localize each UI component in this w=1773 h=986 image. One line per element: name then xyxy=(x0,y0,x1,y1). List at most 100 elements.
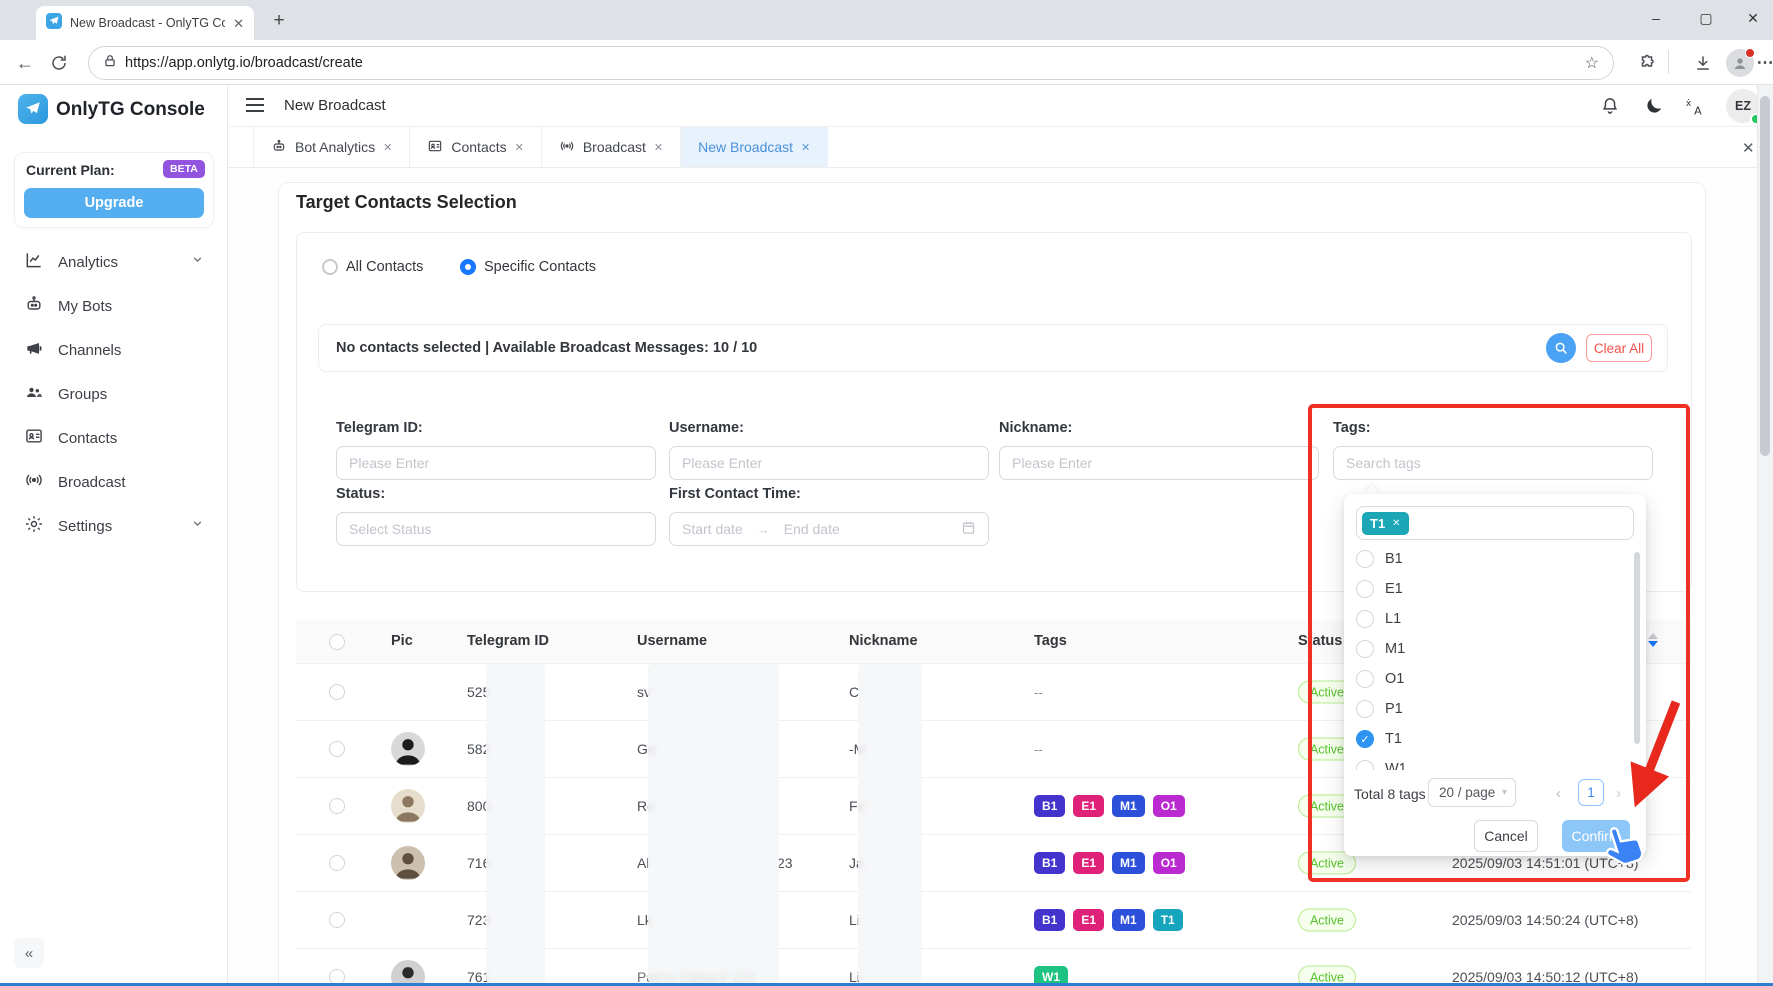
upgrade-button[interactable]: Upgrade xyxy=(24,188,204,218)
browser-menu-icon[interactable]: ⋯ xyxy=(1752,50,1773,76)
notifications-bell-icon[interactable] xyxy=(1600,96,1622,118)
tab-close-icon[interactable]: ✕ xyxy=(654,141,663,154)
brand-name: OnlyTG Console xyxy=(56,99,205,121)
tag-chip-o1: O1 xyxy=(1153,852,1185,874)
cursor-pointer-hand xyxy=(1600,822,1652,879)
browser-profile-avatar[interactable] xyxy=(1726,49,1754,77)
dark-mode-moon-icon[interactable] xyxy=(1644,96,1666,118)
tag-chip-e1: E1 xyxy=(1073,909,1104,931)
sidebar-item-label: My Bots xyxy=(58,298,204,315)
url-bar[interactable]: https://app.onlytg.io/broadcast/create ☆ xyxy=(88,46,1614,80)
sidebar-item-analytics[interactable]: Analytics xyxy=(0,240,228,284)
bot-icon xyxy=(271,138,287,157)
date-range-input[interactable]: Start date → End date xyxy=(669,512,989,546)
col-telegram-id: Telegram ID xyxy=(467,633,549,649)
beta-badge: BETA xyxy=(163,160,205,178)
workspace-tab-contacts[interactable]: Contacts✕ xyxy=(410,127,541,167)
bookmark-star-icon[interactable]: ☆ xyxy=(1585,53,1599,73)
status-label: Status: xyxy=(336,486,385,502)
section-title: Target Contacts Selection xyxy=(296,192,517,213)
groups-icon xyxy=(24,382,44,407)
user-avatar[interactable]: EZ xyxy=(1726,89,1760,123)
col-pic: Pic xyxy=(391,633,413,649)
telegram-id-label: Telegram ID: xyxy=(336,420,423,436)
row-checkbox[interactable] xyxy=(329,684,345,700)
row-checkbox[interactable] xyxy=(329,912,345,928)
chevron-down-icon xyxy=(191,517,204,535)
toolbar-divider xyxy=(1668,50,1669,74)
radio-specific-contacts[interactable] xyxy=(460,259,476,275)
col-username: Username xyxy=(637,633,707,649)
workspace-tab-label: Broadcast xyxy=(583,139,646,155)
sidebar-item-channels[interactable]: Channels xyxy=(0,328,228,372)
analytics-icon xyxy=(24,250,44,275)
browser-tab[interactable]: New Broadcast - OnlyTG Console ✕ xyxy=(36,6,254,40)
page-scrollbar-thumb[interactable] xyxy=(1760,96,1770,456)
hamburger-menu-icon[interactable] xyxy=(245,96,265,114)
sidebar-item-broadcast[interactable]: Broadcast xyxy=(0,460,228,504)
tags-cell: W1 xyxy=(1034,949,1068,986)
window-close-button[interactable]: ✕ xyxy=(1730,0,1773,36)
svg-text:ẋ: ẋ xyxy=(1686,98,1692,109)
blur-overlay-username xyxy=(648,664,779,983)
start-date-placeholder: Start date xyxy=(682,521,743,537)
nickname-input[interactable]: Please Enter xyxy=(999,446,1319,480)
tags-cell: B1E1M1T1 xyxy=(1034,892,1183,948)
workspace-tab-new-broadcast[interactable]: New Broadcast✕ xyxy=(681,127,828,167)
workspace-tab-bar: Bot Analytics✕Contacts✕Broadcast✕New Bro… xyxy=(228,127,1773,168)
search-button[interactable] xyxy=(1546,333,1576,363)
row-checkbox[interactable] xyxy=(329,798,345,814)
col-tags: Tags xyxy=(1034,633,1067,649)
tags-cell: B1E1M1O1 xyxy=(1034,835,1185,891)
no-tags-placeholder: -- xyxy=(1034,742,1043,757)
username-input[interactable]: Please Enter xyxy=(669,446,989,480)
row-checkbox[interactable] xyxy=(329,741,345,757)
blur-overlay-telegram-id xyxy=(486,664,545,983)
refresh-icon[interactable] xyxy=(46,50,72,76)
tag-chip-m1: M1 xyxy=(1112,909,1145,931)
row-checkbox[interactable] xyxy=(329,855,345,871)
sidebar-item-settings[interactable]: Settings xyxy=(0,504,228,548)
contact-avatar xyxy=(391,846,425,880)
tab-close-icon[interactable]: ✕ xyxy=(515,141,524,154)
app-header xyxy=(228,85,1773,127)
selection-summary-text: No contacts selected | Available Broadca… xyxy=(336,340,757,356)
clear-all-button[interactable]: Clear All xyxy=(1586,334,1652,362)
calendar-icon xyxy=(961,520,976,538)
page-title: New Broadcast xyxy=(284,97,386,114)
contact-avatar xyxy=(391,789,425,823)
contact-avatar xyxy=(391,732,425,766)
no-tags-placeholder: -- xyxy=(1034,685,1043,700)
close-all-tabs-icon[interactable]: ✕ xyxy=(1742,139,1755,157)
tab-close-icon[interactable]: ✕ xyxy=(233,17,244,30)
extensions-icon[interactable] xyxy=(1634,50,1660,76)
sidebar-item-label: Contacts xyxy=(58,430,204,447)
new-tab-button[interactable]: + xyxy=(268,10,290,32)
back-icon[interactable]: ← xyxy=(12,50,38,76)
broadcast-icon xyxy=(24,470,44,495)
gear-icon xyxy=(24,514,44,539)
workspace-tab-broadcast[interactable]: Broadcast ✕ xyxy=(542,127,681,167)
sidebar-item-contacts[interactable]: Contacts xyxy=(0,416,228,460)
translate-language-icon[interactable]: ẋA xyxy=(1684,96,1706,118)
radio-all-contacts-label[interactable]: All Contacts xyxy=(346,259,423,275)
sidebar-collapse-button[interactable]: « xyxy=(14,938,44,968)
radio-all-contacts[interactable] xyxy=(322,259,338,275)
window-maximize-button[interactable]: ▢ xyxy=(1683,0,1729,36)
tag-chip-t1: T1 xyxy=(1153,909,1183,931)
bot-icon xyxy=(24,294,44,319)
telegram-id-input[interactable]: Please Enter xyxy=(336,446,656,480)
download-icon[interactable] xyxy=(1690,50,1716,76)
status-select[interactable]: Select Status xyxy=(336,512,656,546)
annotation-red-arrow xyxy=(1600,690,1710,825)
avatar-initials: EZ xyxy=(1735,99,1751,113)
window-minimize-button[interactable]: – xyxy=(1633,0,1679,36)
select-all-checkbox[interactable] xyxy=(329,634,345,650)
tab-close-icon[interactable]: ✕ xyxy=(801,141,810,154)
sidebar-item-my-bots[interactable]: My Bots xyxy=(0,284,228,328)
workspace-tab-bot-analytics[interactable]: Bot Analytics✕ xyxy=(253,127,410,167)
tab-close-icon[interactable]: ✕ xyxy=(383,141,392,154)
nickname-label: Nickname: xyxy=(999,420,1072,436)
radio-specific-contacts-label[interactable]: Specific Contacts xyxy=(484,259,596,275)
sidebar-item-groups[interactable]: Groups xyxy=(0,372,228,416)
